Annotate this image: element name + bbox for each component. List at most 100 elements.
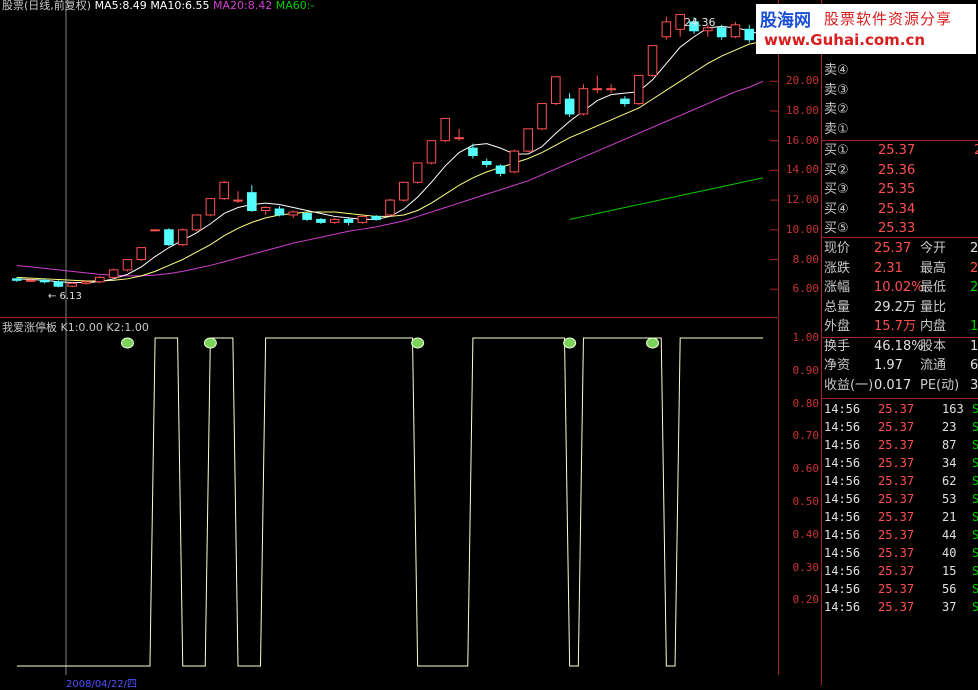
candle-up [136,247,147,261]
row-volume: 2 [974,142,978,160]
price-tick-label: 8.00 [792,252,820,266]
indicator-tick-label: 0.50 [792,495,820,508]
candle-up [122,259,133,271]
watermark-brand: 股海网 [760,11,811,31]
trade-time: 14:56 [824,474,861,488]
candle-up [454,137,464,140]
row-price: 25.35 [878,182,916,197]
trade-volume: 62 [942,474,957,488]
candle-up [329,218,340,223]
trade-price: 25.37 [878,546,915,560]
stat-label: 股本 [920,338,947,354]
indicator-tick-label: 0.60 [792,462,820,476]
candle-up [260,207,271,211]
candle-up [592,88,603,91]
candlestick-chart[interactable] [0,0,778,317]
stat-label: 现价 [824,241,851,256]
candle-up [537,103,547,130]
candle-down [302,212,312,220]
trade-side: S [972,474,978,488]
price-tick-label: 16.00 [785,133,819,147]
indicator-chart[interactable] [0,318,778,675]
limit-up-marker [563,337,577,349]
trade-volume: 37 [942,600,957,614]
row-price: 25.34 [878,201,916,217]
trade-time: 14:56 [824,402,861,416]
trade-time: 14:56 [824,510,861,524]
trade-time: 14:56 [824,438,861,452]
cursor-date-label: 2008/04/22/四 [66,679,138,690]
price-tick-label: 20.00 [785,74,819,88]
stat-label: 净资 [824,358,851,373]
divider [822,237,978,238]
low-price-marker: ← 6.13 [48,291,82,302]
trade-price: 25.37 [878,402,915,416]
limit-up-marker [203,337,217,349]
candle-down [39,279,50,283]
trade-time: 14:56 [824,456,861,470]
stat-label: 外盘 [824,319,851,334]
stat-value: 63 [970,358,978,373]
candle-up [288,211,299,216]
price-chart-pane[interactable]: 股票(日线,前复权) MA5:8.49 MA10:6.55 MA20:8.42 … [0,0,778,318]
candle-down [247,192,257,211]
stat-value: 2 [970,260,978,276]
row-label: 买③ [824,182,849,197]
stat-value: 1.97 [874,358,903,373]
trade-volume: 163 [942,402,964,416]
row-label: 卖③ [824,82,849,98]
indicator-line [16,337,764,667]
watermark-slogan: 股票软件资源分享 [824,10,953,28]
indicator-tick-label: 0.20 [792,593,820,607]
trade-price: 25.37 [878,420,915,434]
watermark-url: www.Guhai.com.cn [764,31,926,49]
candle-up [108,269,119,278]
legend-ma10: MA10:6.55 [150,0,210,12]
trade-volume: 34 [942,456,957,470]
candle-up [523,128,533,152]
trade-volume: 44 [942,528,957,542]
trade-time: 14:56 [824,600,861,614]
trade-volume: 15 [942,564,957,578]
stat-label: 量比 [920,299,947,315]
trade-volume: 87 [942,438,957,452]
candle-up [81,281,91,284]
candle-up [412,162,423,183]
candle-down [495,165,506,174]
candle-down [744,28,755,41]
indicator-tick-label: 1.00 [792,331,820,344]
watermark-logo: 股海网 股票软件资源分享 www.Guhai.com.cn [756,4,976,54]
candle-down [468,147,478,157]
stat-value: 10.02% [874,280,924,295]
candle-up [385,199,395,216]
row-price: 25.36 [878,162,916,178]
stat-label: 总量 [824,299,851,315]
candle-up [661,21,672,38]
price-tick-label: 14.00 [785,163,819,177]
trade-time: 14:56 [824,582,861,596]
trade-price: 25.37 [878,474,915,488]
indicator-title: 我爱涨停板 K1:0.00 K2:1.00 [2,321,149,334]
row-label: 买② [824,162,849,178]
ma20-line [16,80,764,277]
trade-price: 25.37 [878,582,915,596]
stat-value: 25.37 [874,241,912,256]
trade-price: 25.37 [878,564,915,578]
candle-up [399,181,409,201]
row-label: 卖① [824,121,849,137]
trade-time: 14:56 [824,420,861,434]
indicator-pane[interactable]: 我爱涨停板 K1:0.00 K2:1.00 [0,318,778,675]
indicator-axis: 1.00 0.90 0.80 0.70 0.60 0.50 0.40 0.30 0.20 [778,318,821,675]
candle-down [620,98,630,105]
ma10-line [16,40,764,282]
candle-up [95,276,105,283]
trade-side: S [972,582,978,596]
limit-up-marker [120,337,134,349]
sell-level-row: 卖① [824,121,849,139]
stat-value: 2 [970,280,978,295]
candle-up [509,150,520,173]
candle-down [481,160,492,165]
buy-level-row: 买③ 25.35 [824,181,915,199]
row-price: 25.37 [878,143,916,158]
row-price: 25.33 [878,221,916,236]
